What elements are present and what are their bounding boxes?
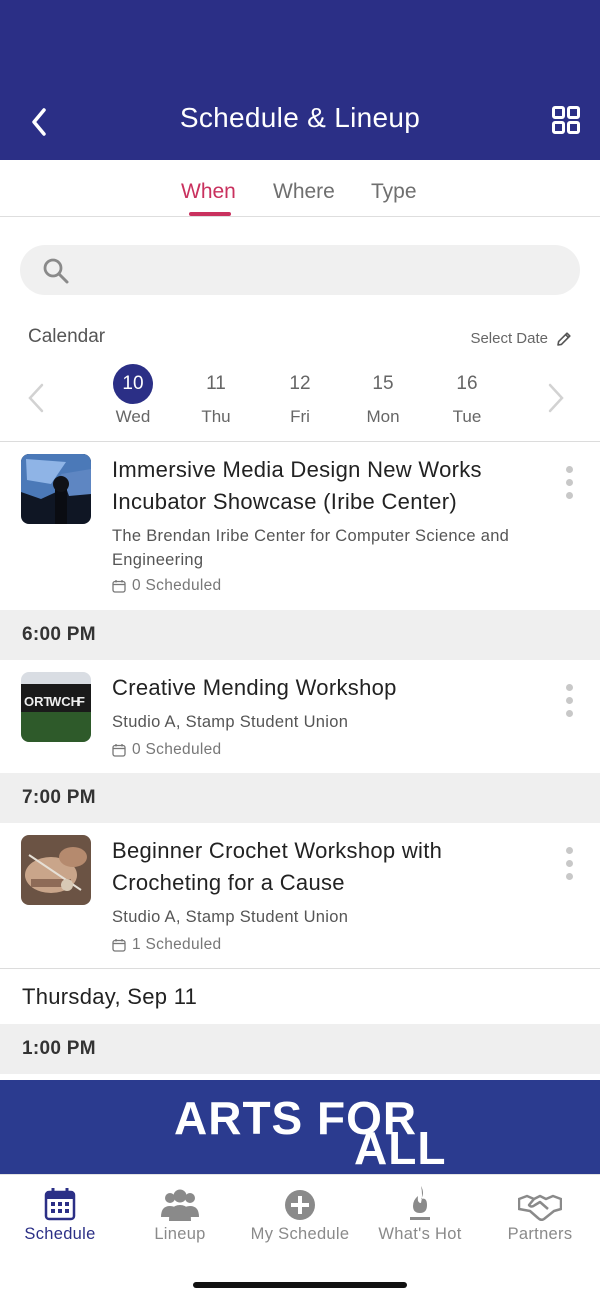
event-venue: The Brendan Iribe Center for Computer Sc…: [112, 527, 510, 569]
tab-type[interactable]: Type: [371, 180, 417, 204]
calendar-small-icon: [112, 580, 126, 593]
scheduled-count-label: 0 Scheduled: [132, 741, 222, 758]
plus-circle-icon: [285, 1190, 315, 1220]
grid-view-button[interactable]: [552, 106, 580, 134]
time-header: 7:00 PM: [0, 773, 600, 823]
calendar-day-16[interactable]: 16 Tue: [437, 364, 497, 427]
more-options-button[interactable]: [564, 684, 574, 720]
grid-icon: [552, 106, 580, 134]
day-weekday: Thu: [201, 407, 231, 426]
day-number: 12: [289, 373, 311, 394]
search-input[interactable]: [20, 245, 580, 295]
tab-where[interactable]: Where: [273, 180, 335, 204]
nav-label: What's Hot: [378, 1225, 462, 1243]
active-tab-indicator: [189, 212, 231, 216]
time-header: 6:00 PM: [0, 610, 600, 660]
scheduled-count-label: 1 Scheduled: [132, 936, 222, 953]
search-icon: [43, 258, 69, 284]
day-number: 10: [113, 364, 153, 404]
calendar-day-12[interactable]: 12 Fri: [270, 364, 330, 427]
day-number: 15: [372, 373, 394, 394]
calendar-icon: [44, 1188, 76, 1221]
page-title: Schedule & Lineup: [179, 102, 421, 133]
day-weekday: Mon: [366, 407, 400, 426]
event-title: Beginner Crochet Workshop with Crochetin…: [112, 838, 443, 895]
handshake-icon: [518, 1194, 562, 1221]
chevron-left-icon: [28, 383, 44, 413]
flame-icon: [410, 1186, 430, 1220]
arts-for-all-logo: ARTS FOR ALL: [174, 1092, 446, 1174]
arts-for-all-banner[interactable]: ARTS FOR ALL: [0, 1080, 600, 1174]
svg-text:F: F: [77, 694, 85, 709]
nav-label: Lineup: [154, 1225, 206, 1243]
nav-my-schedule[interactable]: My Schedule: [240, 1185, 360, 1244]
pencil-icon: [557, 331, 571, 346]
day-number: 11: [206, 373, 226, 394]
event-item[interactable]: Beginner Crochet Workshop with Crochetin…: [0, 823, 600, 968]
calendar-next-button[interactable]: [546, 382, 566, 414]
day-weekday: Tue: [452, 407, 482, 426]
event-item[interactable]: ORT WCH F Creative Mending Workshop Stud…: [0, 660, 600, 772]
svg-text:ALL: ALL: [354, 1122, 446, 1174]
calendar-day-15[interactable]: 15 Mon: [353, 364, 413, 427]
divider: [0, 968, 600, 969]
calendar-day-10[interactable]: 10 Wed: [103, 364, 163, 427]
nav-lineup[interactable]: Lineup: [120, 1185, 240, 1244]
home-indicator[interactable]: [193, 1282, 407, 1288]
scheduled-count-label: 0 Scheduled: [132, 577, 222, 594]
more-options-button[interactable]: [564, 847, 574, 883]
time-header-label: 1:00 PM: [22, 1038, 96, 1059]
event-thumbnail: ORT WCH F: [21, 672, 91, 742]
time-header: 1:00 PM: [0, 1024, 600, 1074]
event-venue: Studio A, Stamp Student Union: [112, 908, 349, 926]
select-date-button[interactable]: Select Date: [470, 330, 572, 347]
calendar-day-11[interactable]: 11 Thu: [186, 364, 246, 427]
time-header-label: 7:00 PM: [22, 787, 96, 808]
day-weekday: Fri: [290, 407, 310, 426]
calendar-small-icon: [112, 939, 126, 952]
event-scheduled-count: 0 Scheduled: [112, 577, 221, 595]
svg-text:ORT: ORT: [24, 694, 52, 709]
select-date-label: Select Date: [470, 330, 548, 347]
calendar-label: Calendar: [28, 326, 106, 347]
calendar-small-icon: [112, 744, 126, 757]
nav-label: Partners: [507, 1225, 573, 1243]
nav-label: Schedule: [24, 1225, 96, 1243]
tab-when[interactable]: When: [181, 180, 236, 204]
event-title: Creative Mending Workshop: [112, 675, 397, 700]
event-item[interactable]: Immersive Media Design New Works Incubat…: [0, 442, 600, 609]
calendar-prev-button[interactable]: [26, 382, 46, 414]
people-icon: [161, 1189, 199, 1221]
chevron-right-icon: [548, 383, 564, 413]
date-header: Thursday, Sep 11: [22, 984, 198, 1009]
nav-whats-hot[interactable]: What's Hot: [360, 1185, 480, 1244]
event-thumbnail: [21, 835, 91, 905]
day-weekday: Wed: [115, 407, 151, 426]
app-header: Schedule & Lineup: [0, 0, 600, 160]
nav-label: My Schedule: [250, 1225, 350, 1243]
nav-schedule[interactable]: Schedule: [0, 1185, 120, 1244]
view-tabs: When Where Type: [0, 160, 600, 217]
nav-partners[interactable]: Partners: [480, 1185, 600, 1244]
more-options-button[interactable]: [564, 466, 574, 502]
event-venue: Studio A, Stamp Student Union: [112, 713, 349, 731]
event-thumbnail: [21, 454, 91, 524]
event-title: Immersive Media Design New Works Incubat…: [112, 457, 482, 514]
svg-text:WCH: WCH: [49, 694, 80, 709]
day-number: 16: [456, 373, 478, 394]
event-scheduled-count: 1 Scheduled: [112, 936, 221, 954]
time-header-label: 6:00 PM: [22, 624, 96, 645]
event-scheduled-count: 0 Scheduled: [112, 741, 221, 759]
